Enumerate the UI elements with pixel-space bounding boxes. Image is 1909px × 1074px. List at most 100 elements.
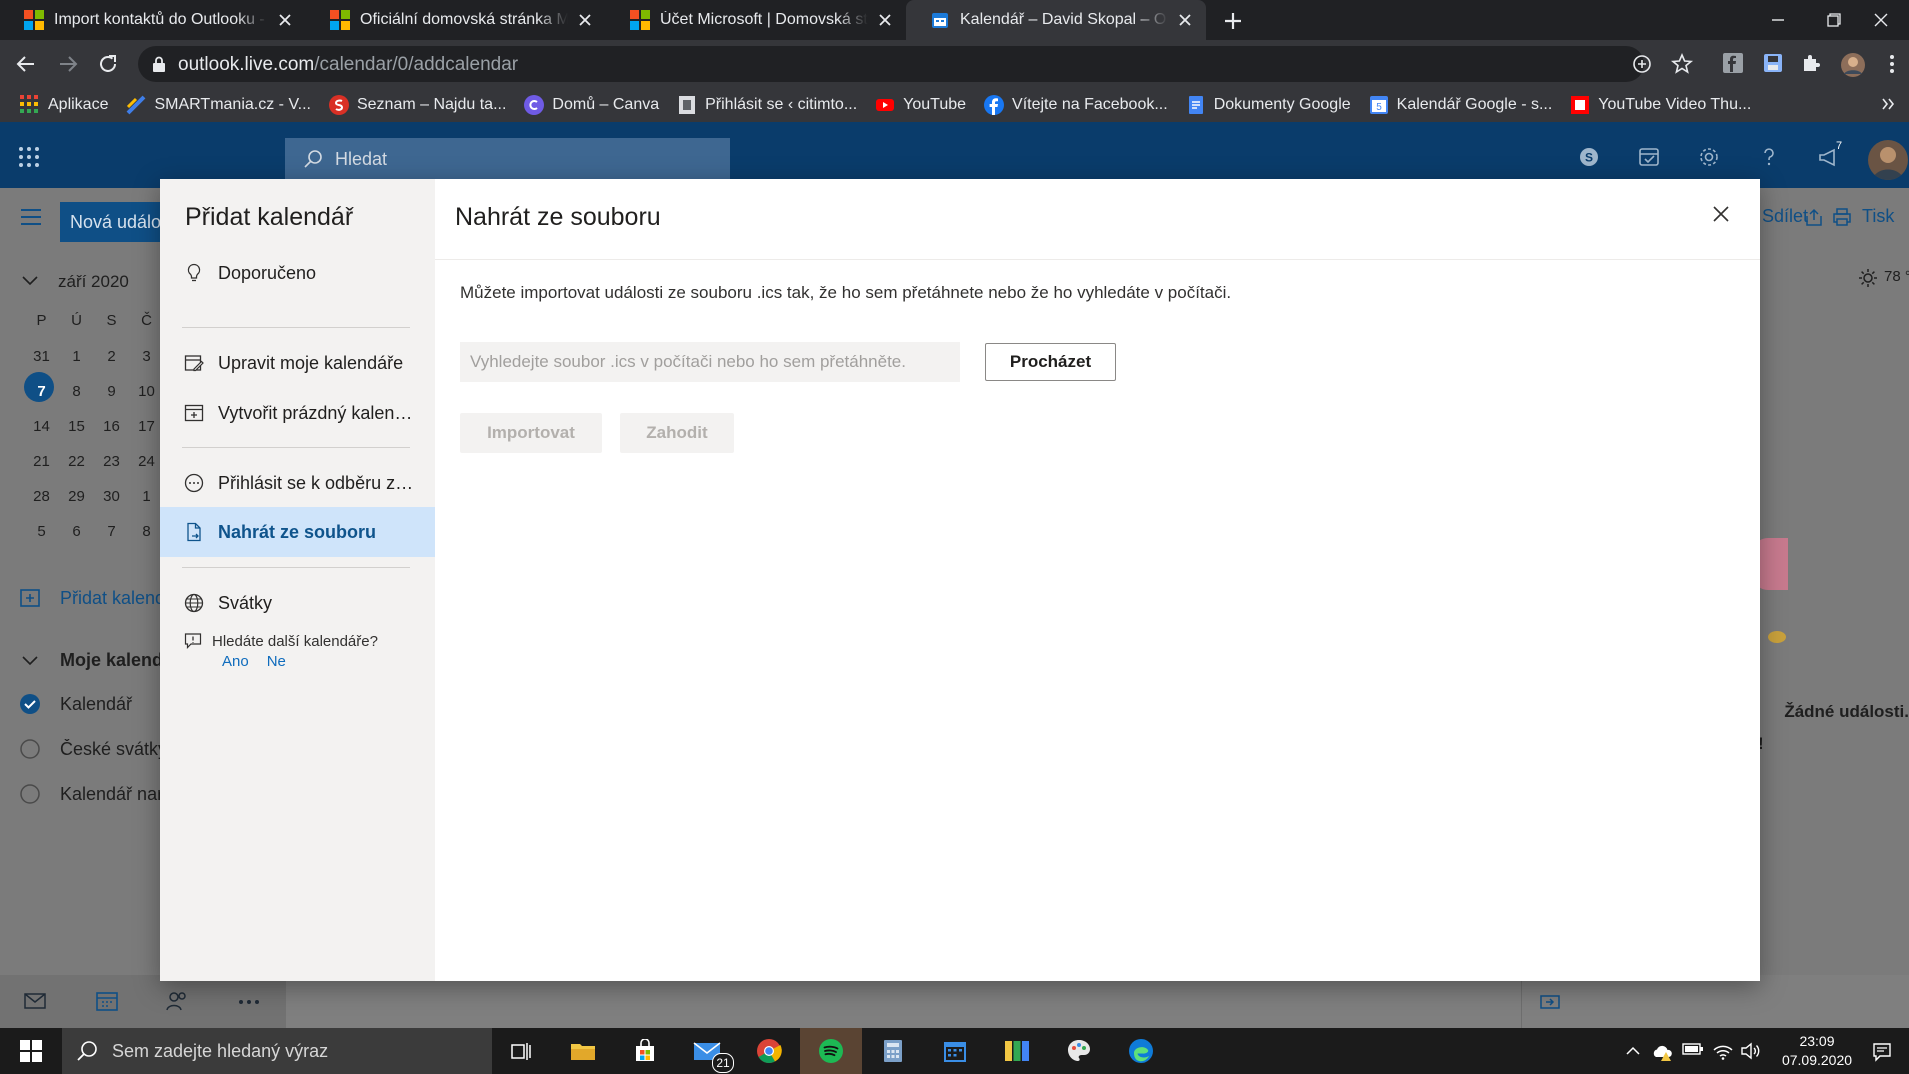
feedback-no-link[interactable]: Ne — [267, 653, 286, 670]
new-tab-plus-icon[interactable] — [1220, 8, 1246, 34]
bookmark-youtube[interactable]: YouTube — [875, 95, 966, 115]
close-tab-icon[interactable] — [574, 9, 596, 31]
onedrive-warning-icon[interactable] — [1652, 1042, 1672, 1062]
taskbar-search-box[interactable]: Sem zadejte hledaný výraz — [62, 1028, 492, 1074]
mail-icon[interactable] — [24, 992, 46, 1010]
outlook-search-box[interactable]: Hledat — [285, 138, 730, 180]
my-day-calendar-icon[interactable] — [1638, 146, 1662, 170]
windows-start-icon[interactable] — [0, 1028, 62, 1074]
help-question-icon[interactable] — [1758, 146, 1782, 170]
forward-arrow-icon[interactable] — [56, 52, 80, 76]
browser-menu-icon[interactable] — [1880, 52, 1904, 76]
bookmark-google-calendar[interactable]: 5 Kalendář Google - s... — [1369, 95, 1552, 115]
nav-item-recommended[interactable]: Doporučeno — [160, 249, 435, 297]
mini-calendar-week[interactable]: 28 29 30 1 — [24, 488, 164, 505]
browser-tab-1[interactable]: Import kontaktů do Outlooku - P — [0, 0, 306, 40]
paint-icon[interactable] — [1048, 1028, 1110, 1074]
action-center-notification-icon[interactable] — [1872, 1042, 1892, 1062]
bookmark-citimto[interactable]: Přihlásit se ‹ citimto... — [677, 95, 857, 115]
close-tab-icon[interactable] — [874, 9, 896, 31]
edge-icon[interactable] — [1110, 1028, 1172, 1074]
spotify-icon[interactable] — [800, 1028, 862, 1074]
ics-file-input[interactable] — [460, 342, 960, 382]
nav-item-create-blank-calendar[interactable]: Vytvořit prázdný kalendář — [160, 389, 435, 437]
extensions-puzzle-icon[interactable] — [1800, 52, 1824, 76]
mini-calendar-week[interactable]: 14 15 16 17 — [24, 418, 164, 435]
chrome-icon[interactable] — [738, 1028, 800, 1074]
nav-item-holidays[interactable]: Svátky — [160, 579, 435, 627]
office-app-icon[interactable] — [986, 1028, 1048, 1074]
discard-button[interactable]: Zahodit — [620, 413, 734, 453]
mini-calendar-week[interactable]: 5678 — [24, 523, 164, 540]
import-button[interactable]: Importovat — [460, 413, 602, 453]
close-tab-icon[interactable] — [274, 9, 296, 31]
browser-tab-strip: Import kontaktů do Outlooku - P Oficiáln… — [0, 0, 1909, 40]
lock-icon — [152, 56, 166, 72]
calculator-icon[interactable] — [862, 1028, 924, 1074]
battery-icon[interactable] — [1682, 1042, 1703, 1062]
calendar-app-icon[interactable] — [924, 1028, 986, 1074]
hamburger-menu-icon[interactable] — [20, 208, 42, 226]
calendar-item[interactable]: Kalendář — [60, 694, 160, 715]
user-avatar[interactable] — [1868, 140, 1908, 180]
calendar-item[interactable]: České svátky — [60, 739, 160, 760]
windows-taskbar: Sem zadejte hledaný výraz 21 23:09 07.09… — [0, 1028, 1909, 1074]
save-extension-icon[interactable] — [1762, 52, 1786, 76]
facebook-extension-icon[interactable] — [1722, 52, 1746, 76]
new-event-button[interactable]: Nová událost — [60, 202, 170, 242]
skype-icon[interactable]: S — [1578, 146, 1602, 170]
nav-item-edit-calendars[interactable]: Upravit moje kalendáře — [160, 339, 435, 387]
browser-tab-2[interactable]: Oficiální domovská stránka Micro — [306, 0, 606, 40]
checked-circle-icon[interactable] — [20, 694, 40, 714]
share-button[interactable]: Sdílet — [1762, 206, 1808, 227]
mail-app-icon[interactable]: 21 — [676, 1028, 738, 1074]
reload-icon[interactable] — [96, 52, 120, 76]
volume-icon[interactable] — [1740, 1042, 1760, 1062]
back-arrow-icon[interactable] — [14, 52, 38, 76]
mini-calendar-week[interactable]: 21 22 23 24 — [24, 453, 164, 470]
browse-button[interactable]: Procházet — [985, 343, 1116, 381]
calendar-item[interactable]: Kalendář narozenin — [60, 784, 160, 805]
taskbar-clock[interactable]: 23:09 07.09.2020 — [1772, 1032, 1862, 1070]
bookmark-google-docs[interactable]: Dokumenty Google — [1186, 95, 1351, 115]
close-dialog-icon[interactable] — [1708, 201, 1734, 227]
print-button[interactable]: Tisk — [1862, 206, 1894, 227]
task-view-icon[interactable] — [490, 1028, 552, 1074]
bookmark-seznam[interactable]: Seznam – Najdu ta... — [328, 95, 506, 115]
mini-calendar-week[interactable]: 31 1 2 3 — [24, 348, 164, 365]
show-hidden-icons-chevron-icon[interactable] — [1624, 1042, 1644, 1062]
microsoft-store-icon[interactable] — [614, 1028, 676, 1074]
bookmark-star-icon[interactable] — [1670, 52, 1694, 76]
file-explorer-icon[interactable] — [552, 1028, 614, 1074]
app-launcher-waffle-icon[interactable] — [18, 146, 40, 168]
add-zoom-icon[interactable] — [1632, 54, 1652, 74]
bookmark-smartmania[interactable]: SMARTmania.cz - V... — [126, 95, 311, 115]
people-icon[interactable] — [166, 990, 188, 1012]
expand-panel-icon[interactable] — [1540, 994, 1560, 1010]
wifi-icon[interactable] — [1712, 1042, 1733, 1062]
nav-item-upload-from-file[interactable]: Nahrát ze souboru — [160, 507, 435, 557]
add-calendar-link[interactable]: Přidat kalendář — [60, 588, 160, 609]
unchecked-circle-icon[interactable] — [20, 739, 40, 759]
collapse-month-chevron-icon[interactable] — [22, 276, 38, 286]
calendar-icon[interactable] — [96, 990, 118, 1012]
profile-avatar-icon[interactable] — [1840, 52, 1865, 77]
unchecked-circle-icon[interactable] — [20, 784, 40, 804]
collapse-group-chevron-icon[interactable] — [22, 656, 38, 666]
minimize-window-icon[interactable] — [1750, 0, 1806, 40]
bookmark-youtube-thumb[interactable]: YouTube Video Thu... — [1570, 95, 1751, 115]
bookmark-facebook[interactable]: Vítejte na Facebook... — [984, 95, 1168, 115]
settings-gear-icon[interactable] — [1698, 146, 1722, 170]
bookmark-apps[interactable]: Aplikace — [20, 95, 108, 115]
address-bar[interactable]: outlook.live.com/calendar/0/addcalendar — [138, 46, 1651, 82]
bookmark-canva[interactable]: Domů – Canva — [524, 95, 659, 115]
nav-item-subscribe-from-web[interactable]: Přihlásit se k odběru z webu — [160, 459, 435, 507]
close-window-icon[interactable] — [1853, 0, 1909, 40]
feedback-yes-link[interactable]: Ano — [222, 653, 249, 670]
browser-tab-4-active[interactable]: Kalendář – David Skopal – Outloo — [906, 0, 1206, 40]
more-apps-ellipsis-icon[interactable] — [238, 999, 260, 1005]
more-bookmarks-chevron-icon[interactable] — [1881, 96, 1895, 112]
mini-calendar-week[interactable]: 7 8 9 10 — [24, 383, 164, 400]
browser-tab-3[interactable]: Účet Microsoft | Domovská stránk — [606, 0, 906, 40]
close-tab-icon[interactable] — [1174, 9, 1196, 31]
